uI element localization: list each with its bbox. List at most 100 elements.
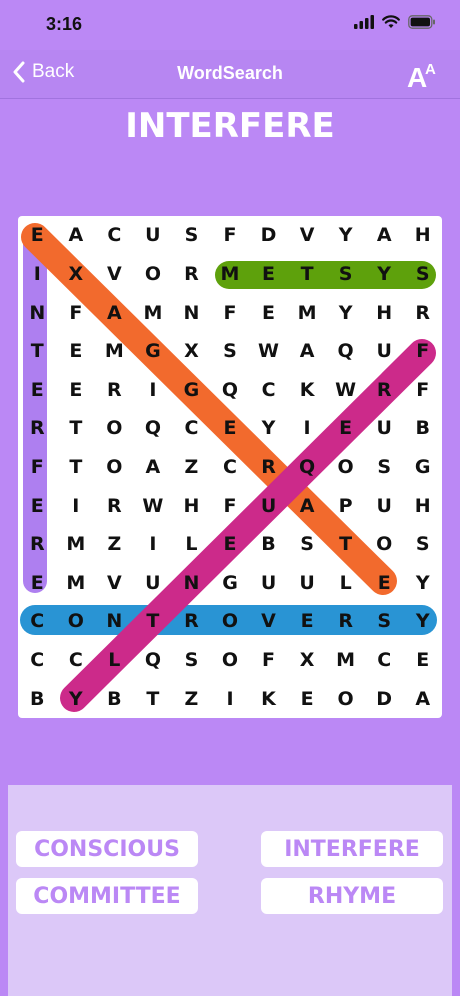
- grid-cell[interactable]: L: [95, 641, 134, 680]
- grid-cell[interactable]: M: [57, 525, 96, 564]
- grid-cell[interactable]: Z: [172, 448, 211, 487]
- grid-cell[interactable]: F: [18, 448, 57, 487]
- grid-cell[interactable]: E: [249, 293, 288, 332]
- grid-cell[interactable]: D: [249, 216, 288, 255]
- grid-cell[interactable]: L: [326, 564, 365, 603]
- grid-cell[interactable]: W: [134, 486, 173, 525]
- grid-cell[interactable]: S: [326, 255, 365, 294]
- grid-cell[interactable]: M: [57, 564, 96, 603]
- grid-cell[interactable]: V: [249, 602, 288, 641]
- grid-cell[interactable]: W: [249, 332, 288, 371]
- grid-cell[interactable]: M: [288, 293, 327, 332]
- grid-cell[interactable]: O: [211, 602, 250, 641]
- grid-cell[interactable]: N: [18, 293, 57, 332]
- grid-cell[interactable]: Y: [403, 564, 442, 603]
- grid-cell[interactable]: U: [249, 486, 288, 525]
- grid-cell[interactable]: C: [211, 448, 250, 487]
- grid-cell[interactable]: M: [134, 293, 173, 332]
- grid-cell[interactable]: I: [134, 370, 173, 409]
- grid-cell[interactable]: H: [403, 486, 442, 525]
- grid-cell[interactable]: E: [57, 370, 96, 409]
- grid-cell[interactable]: N: [172, 564, 211, 603]
- grid-cell[interactable]: O: [365, 525, 404, 564]
- grid-cell[interactable]: N: [172, 293, 211, 332]
- grid-cell[interactable]: T: [57, 448, 96, 487]
- grid-cell[interactable]: A: [403, 679, 442, 718]
- grid-cell[interactable]: E: [18, 564, 57, 603]
- grid-cell[interactable]: M: [211, 255, 250, 294]
- grid-cell[interactable]: B: [18, 679, 57, 718]
- grid-cell[interactable]: I: [288, 409, 327, 448]
- grid-cell[interactable]: Q: [134, 409, 173, 448]
- grid-cell[interactable]: T: [57, 409, 96, 448]
- grid-cell[interactable]: D: [365, 679, 404, 718]
- grid-cell[interactable]: H: [172, 486, 211, 525]
- grid-cell[interactable]: I: [211, 679, 250, 718]
- grid-cell[interactable]: E: [403, 641, 442, 680]
- grid-cell[interactable]: Y: [403, 602, 442, 641]
- grid-cell[interactable]: E: [18, 486, 57, 525]
- grid-cell[interactable]: A: [288, 332, 327, 371]
- word-chip-interfere[interactable]: INTERFERE: [261, 831, 443, 867]
- grid-cell[interactable]: R: [326, 602, 365, 641]
- grid-cell[interactable]: F: [403, 332, 442, 371]
- word-chip-conscious[interactable]: CONSCIOUS: [16, 831, 198, 867]
- grid-cell[interactable]: Z: [95, 525, 134, 564]
- grid-cell[interactable]: O: [95, 409, 134, 448]
- grid-cell[interactable]: I: [134, 525, 173, 564]
- grid-cell[interactable]: I: [18, 255, 57, 294]
- grid-cell[interactable]: C: [18, 602, 57, 641]
- grid-cell[interactable]: Y: [249, 409, 288, 448]
- grid-cell[interactable]: S: [403, 525, 442, 564]
- grid-cell[interactable]: G: [134, 332, 173, 371]
- word-chip-rhyme[interactable]: RHYME: [261, 878, 443, 914]
- grid-cell[interactable]: U: [249, 564, 288, 603]
- grid-cell[interactable]: M: [95, 332, 134, 371]
- grid-cell[interactable]: T: [134, 602, 173, 641]
- grid-cell[interactable]: R: [172, 255, 211, 294]
- grid-cell[interactable]: Q: [134, 641, 173, 680]
- grid-cell[interactable]: Q: [326, 332, 365, 371]
- grid-cell[interactable]: U: [365, 332, 404, 371]
- grid-cell[interactable]: S: [365, 448, 404, 487]
- grid-cell[interactable]: X: [57, 255, 96, 294]
- grid-cell[interactable]: A: [365, 216, 404, 255]
- grid-cell[interactable]: P: [326, 486, 365, 525]
- grid-cell[interactable]: E: [18, 370, 57, 409]
- grid-cell[interactable]: N: [95, 602, 134, 641]
- grid-cell[interactable]: X: [288, 641, 327, 680]
- grid-cell[interactable]: F: [211, 486, 250, 525]
- grid-cell[interactable]: R: [403, 293, 442, 332]
- grid-cell[interactable]: L: [172, 525, 211, 564]
- grid-cell[interactable]: S: [365, 602, 404, 641]
- grid-cell[interactable]: F: [211, 216, 250, 255]
- grid-cell[interactable]: G: [403, 448, 442, 487]
- grid-cell[interactable]: C: [18, 641, 57, 680]
- grid-cell[interactable]: R: [18, 409, 57, 448]
- grid-cell[interactable]: U: [288, 564, 327, 603]
- grid-cell[interactable]: A: [134, 448, 173, 487]
- grid-cell[interactable]: A: [288, 486, 327, 525]
- grid-cell[interactable]: Y: [326, 216, 365, 255]
- grid-cell[interactable]: R: [18, 525, 57, 564]
- grid-cell[interactable]: C: [249, 370, 288, 409]
- word-chip-committee[interactable]: COMMITTEE: [16, 878, 198, 914]
- grid-cell[interactable]: Q: [288, 448, 327, 487]
- grid-cell[interactable]: R: [249, 448, 288, 487]
- grid-cell[interactable]: G: [211, 564, 250, 603]
- grid-cell[interactable]: T: [326, 525, 365, 564]
- grid-cell[interactable]: C: [365, 641, 404, 680]
- grid-cell[interactable]: E: [211, 409, 250, 448]
- grid-cell[interactable]: V: [95, 255, 134, 294]
- grid-cell[interactable]: R: [95, 486, 134, 525]
- grid-cell[interactable]: A: [95, 293, 134, 332]
- grid-cell[interactable]: U: [134, 216, 173, 255]
- grid-cell[interactable]: C: [172, 409, 211, 448]
- grid-cell[interactable]: K: [288, 370, 327, 409]
- grid-cell[interactable]: Y: [365, 255, 404, 294]
- grid-cell[interactable]: I: [57, 486, 96, 525]
- grid-cell[interactable]: O: [57, 602, 96, 641]
- grid-cell[interactable]: O: [326, 679, 365, 718]
- grid-cell[interactable]: B: [95, 679, 134, 718]
- grid-cell[interactable]: Y: [57, 679, 96, 718]
